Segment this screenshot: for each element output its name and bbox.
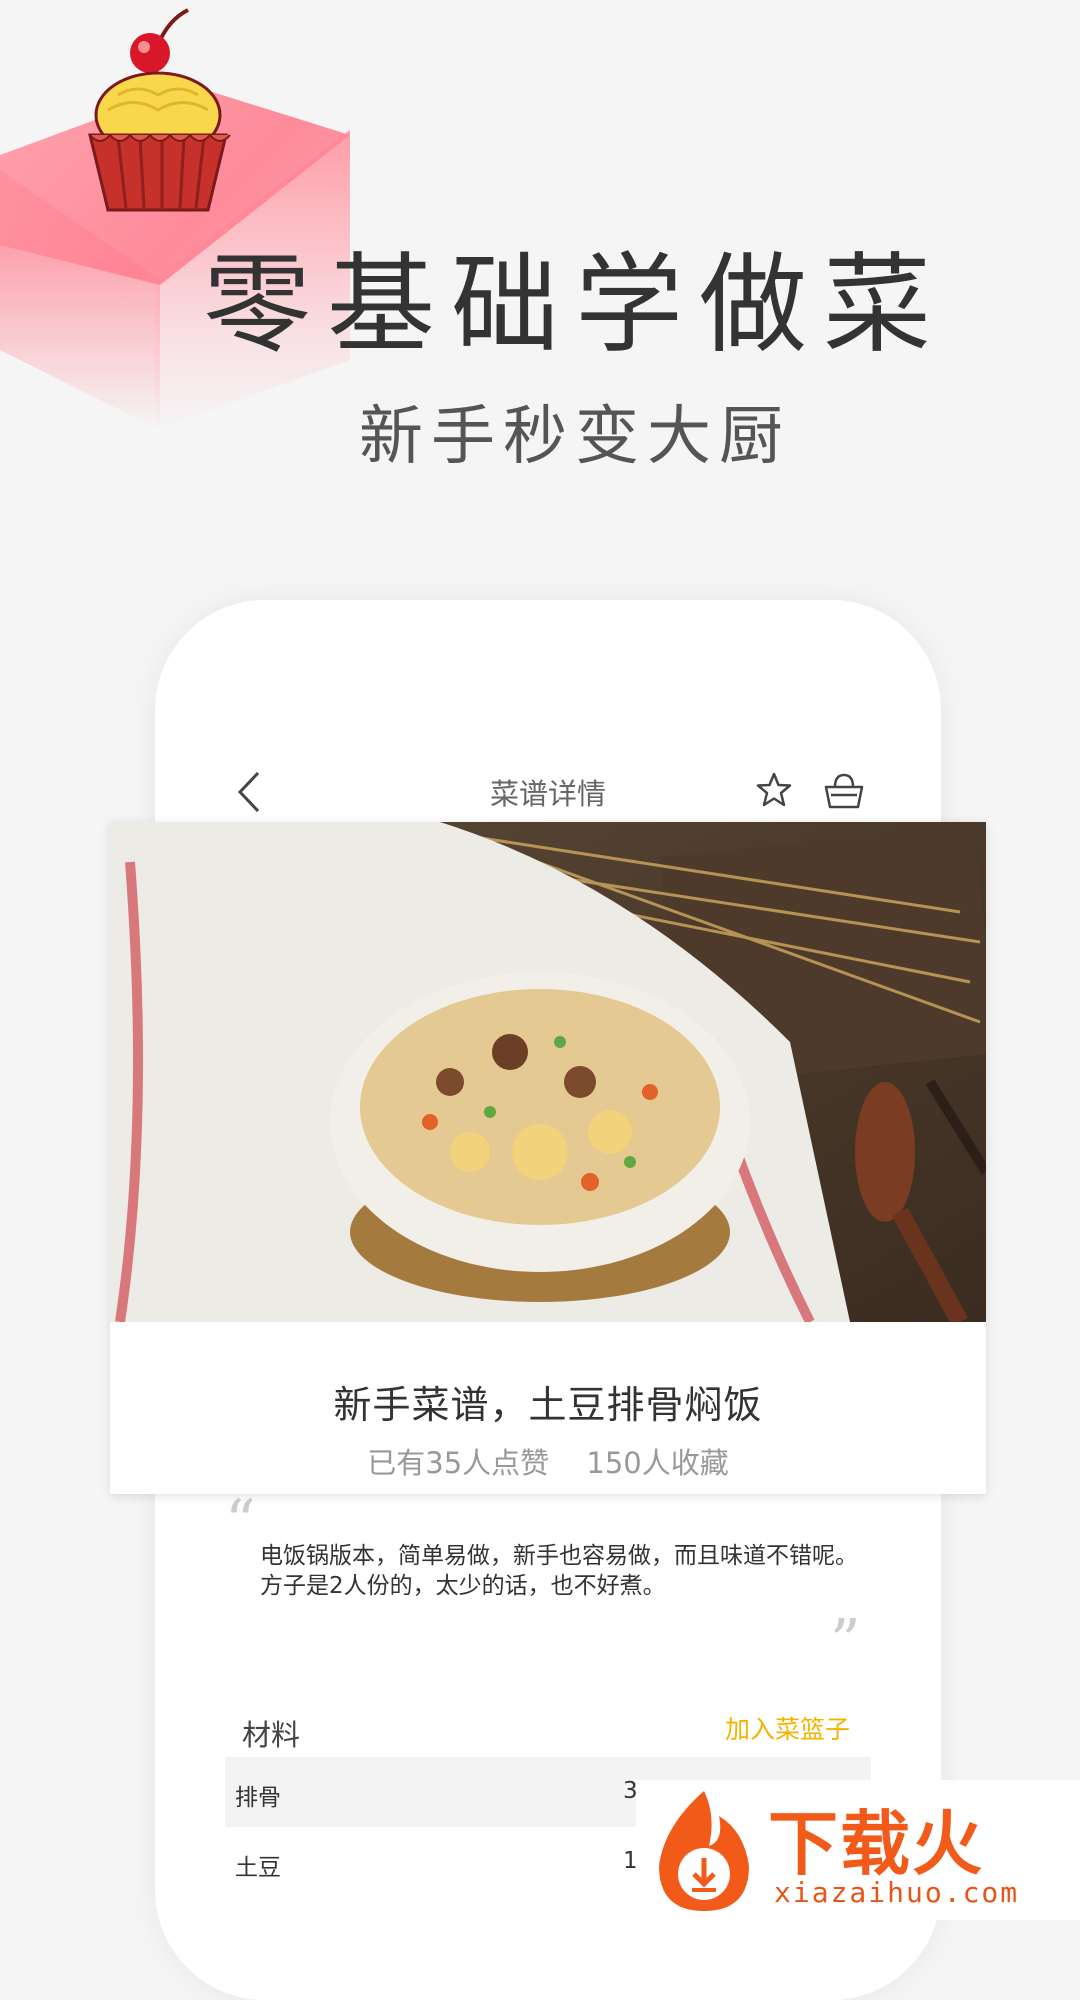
basket-icon[interactable]	[823, 771, 865, 811]
ingredient-name: 排骨	[235, 1785, 281, 1811]
watermark-url: xiazaihuo.com	[774, 1876, 1020, 1909]
flame-logo-icon	[659, 1791, 749, 1911]
recipe-stats: 已有35人点赞 150人收藏	[110, 1440, 986, 1482]
watermark: 下载火 xiazaihuo.com	[636, 1780, 1080, 1920]
star-icon[interactable]	[755, 771, 793, 809]
add-to-basket-button[interactable]: 加入菜篮子	[725, 1710, 850, 1746]
quote-close-mark: ”	[830, 1607, 861, 1677]
watermark-brand: 下载火	[768, 1803, 984, 1885]
quote-open-mark: “	[225, 1487, 256, 1557]
recipe-photo	[110, 822, 986, 1322]
recipe-card[interactable]: 新手菜谱，土豆排骨焖饭 已有35人点赞 150人收藏	[110, 822, 986, 1494]
hero-subtitle: 新手秒变大厨	[359, 400, 791, 474]
materials-label: 材料	[242, 1718, 301, 1752]
likes-count: 已有35人点赞	[367, 1446, 550, 1480]
recipe-description: 电饭锅版本，简单易做，新手也容易做，而且味道不错呢。方子是2人份的，太少的话，也…	[260, 1543, 858, 1599]
favorites-count: 150人收藏	[586, 1446, 729, 1480]
cupcake-icon	[88, 8, 231, 212]
recipe-nav-bar: 菜谱详情	[155, 755, 941, 825]
recipe-title: 新手菜谱，土豆排骨焖饭	[333, 1383, 763, 1427]
ingredient-name: 土豆	[235, 1855, 281, 1881]
hero-title: 零基础学做菜	[202, 243, 947, 368]
